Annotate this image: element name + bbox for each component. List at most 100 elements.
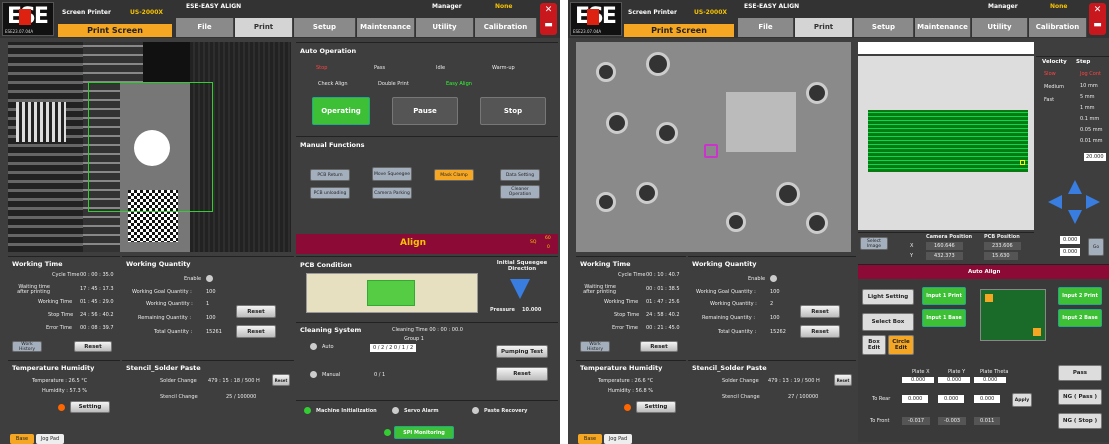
cleaner-operation-button[interactable]: Cleaner Operation [500, 185, 540, 199]
stencil-solder-panel: Stencil_Solder Paste Solder Change 479 :… [688, 360, 856, 430]
arrow-up-icon[interactable] [1068, 180, 1082, 194]
pumping-test-button[interactable]: Pumping Test [496, 345, 548, 358]
base-tab[interactable]: Base [578, 434, 602, 444]
pass-button[interactable]: Pass [1058, 365, 1102, 381]
temp-humidity-title: Temperature Humidity [580, 364, 663, 372]
tab-utility[interactable]: Utility [416, 18, 474, 37]
tab-maintenance[interactable]: Maintenance [357, 18, 415, 37]
mask-clamp-button[interactable]: Mask Clamp [434, 169, 474, 181]
pcb-unloading-button[interactable]: PCB unloading [310, 187, 350, 199]
base-tab[interactable]: Base [10, 434, 34, 444]
move-squeegee-button[interactable]: Move Squeegee [372, 167, 412, 181]
screen-title: Print Screen [624, 24, 734, 37]
tab-setup[interactable]: Setup [854, 18, 914, 37]
box-edit-button[interactable]: Box Edit [862, 335, 886, 355]
close-button[interactable]: ✕ ▬ [1089, 3, 1106, 35]
solder-change-value: 479 : 15 : 18 / 500 H [208, 378, 260, 384]
input1-base-button[interactable]: Input 1 Base [922, 309, 966, 327]
tab-maintenance[interactable]: Maintenance [915, 18, 971, 37]
working-time-reset-button[interactable]: Reset [74, 341, 112, 352]
cleaning-system-title: Cleaning System [300, 326, 362, 334]
state-idle: Idle [436, 65, 446, 71]
auto-radio[interactable] [310, 343, 317, 350]
working-time-reset-button[interactable]: Reset [640, 341, 678, 352]
velocity-step-panel: Velocity Step Slow Medium Fast Jog Cont … [1036, 56, 1109, 186]
camera-parking-button[interactable]: Camera Parking [372, 187, 412, 199]
pcb-grid-view [858, 56, 1034, 230]
enable-label: Enable [184, 276, 202, 282]
work-history-button[interactable]: Work History [12, 341, 42, 352]
app-name: Screen Printer [628, 9, 677, 16]
jog-value-2[interactable]: 0.000 [1060, 248, 1081, 256]
solder-reset-button[interactable]: Reset [834, 374, 852, 386]
enable-toggle[interactable] [206, 275, 213, 282]
tab-file[interactable]: File [738, 18, 794, 37]
temp-humidity-title: Temperature Humidity [12, 364, 95, 372]
pause-button[interactable]: Pause [392, 97, 458, 125]
solder-reset-button[interactable]: Reset [272, 374, 290, 386]
data-setting-button[interactable]: Data Setting [500, 169, 540, 181]
temp-setting-button[interactable]: Setting [636, 401, 676, 413]
stencil-change-value: 27 / 100000 [788, 394, 819, 400]
quantity-reset-button-2[interactable]: Reset [236, 325, 276, 338]
operating-button[interactable]: Operating [312, 97, 370, 125]
temperature-value: Temperature : 26.6 °C [598, 378, 654, 384]
enable-label: Enable [748, 276, 766, 282]
pcb-camera-image[interactable] [576, 42, 851, 252]
opt-easy-align[interactable]: Easy Align [446, 81, 472, 87]
pcb-return-button[interactable]: PCB Return [310, 169, 350, 181]
tab-print[interactable]: Print [235, 18, 293, 37]
ng-pass-button[interactable]: NG ( Pass ) [1058, 389, 1102, 405]
enable-toggle[interactable] [770, 275, 777, 282]
circle-edit-button[interactable]: Circle Edit [888, 335, 914, 355]
temp-setting-button[interactable]: Setting [70, 401, 110, 413]
arrow-right-icon[interactable] [1086, 195, 1100, 209]
spi-monitoring-button[interactable]: SPI Monitoring [394, 426, 454, 439]
input2-print-button[interactable]: Input 2 Print [1058, 287, 1102, 305]
pcb-condition-panel: PCB Condition Initial Squeegee Direction… [296, 256, 558, 320]
step-value-input[interactable]: 20.000 [1084, 153, 1106, 161]
apply-button[interactable]: Apply [1012, 393, 1032, 407]
tab-utility[interactable]: Utility [972, 18, 1028, 37]
paste-recovery-indicator [472, 407, 479, 414]
right-window: ESEESE23.07.04A Screen Printer US-2000X … [568, 0, 1109, 444]
close-button[interactable]: ✕ ▬ [540, 3, 557, 35]
input2-base-button[interactable]: Input 2 Base [1058, 309, 1102, 327]
input1-print-button[interactable]: Input 1 Print [922, 287, 966, 305]
go-button[interactable]: Go [1088, 238, 1104, 256]
opt-check-align[interactable]: Check Align [318, 81, 348, 87]
select-image-button[interactable]: Select Image [860, 237, 888, 250]
working-time-title: Working Time [12, 260, 63, 268]
state-stop: Stop [316, 65, 328, 71]
ng-stop-button[interactable]: NG ( Stop ) [1058, 413, 1102, 429]
top-white-bar [858, 42, 1034, 54]
quantity-reset-button-2[interactable]: Reset [800, 325, 840, 338]
opt-double-print[interactable]: Double Print [378, 81, 409, 87]
tab-calibration[interactable]: Calibration [475, 18, 537, 37]
auto-operation-panel: Auto Operation Stop Pass Idle Warm-up Ch… [296, 42, 558, 134]
arrow-left-icon[interactable] [1048, 195, 1062, 209]
cleaning-reset-button[interactable]: Reset [496, 367, 548, 381]
quantity-reset-button-1[interactable]: Reset [236, 305, 276, 318]
camera-image[interactable] [8, 42, 291, 252]
close-icon: ✕ [1093, 5, 1102, 15]
tab-file[interactable]: File [176, 18, 234, 37]
arrow-down-icon[interactable] [1068, 210, 1082, 224]
jog-value-1[interactable]: 0.000 [1060, 236, 1081, 244]
jog-pad-tab[interactable]: Jog Pad [604, 434, 632, 444]
manual-radio[interactable] [310, 371, 317, 378]
tab-setup[interactable]: Setup [294, 18, 356, 37]
select-box-button[interactable]: Select Box [862, 313, 914, 331]
pcb-x: 233.606 [984, 242, 1021, 250]
light-setting-button[interactable]: Light Setting [862, 289, 914, 305]
quantity-reset-button-1[interactable]: Reset [800, 305, 840, 318]
tab-print[interactable]: Print [795, 18, 853, 37]
working-quantity-title: Working Quantity [692, 260, 757, 268]
work-history-button[interactable]: Work History [580, 341, 610, 352]
temperature-value: Temperature : 26.5 °C [32, 378, 88, 384]
jog-pad-tab[interactable]: Jog Pad [36, 434, 64, 444]
auto-counts: 0 / 2 / 2 0 / 1 / 2 [370, 344, 417, 352]
tab-calibration[interactable]: Calibration [1029, 18, 1087, 37]
stop-button[interactable]: Stop [480, 97, 546, 125]
squeegee-direction-label: Initial Squeegee Direction [496, 260, 548, 272]
